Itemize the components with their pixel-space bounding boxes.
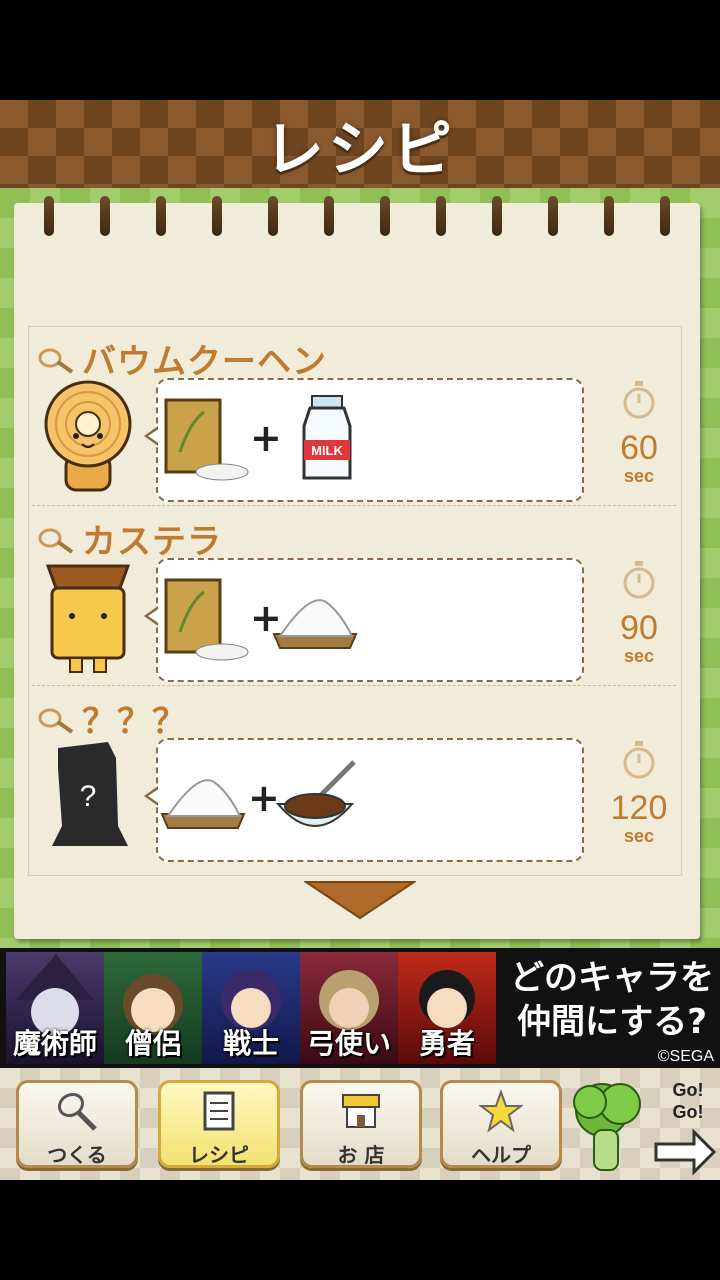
scroll-down-arrow-icon[interactable] <box>304 880 416 920</box>
time-unit: sec <box>623 646 655 666</box>
nav-help-label: ヘルプ <box>471 1143 531 1167</box>
nav-make-label: つくる <box>47 1143 107 1167</box>
cook-time: 90 <box>620 609 658 647</box>
shop-icon <box>342 1094 380 1128</box>
milk-bottle-icon: MILK <box>302 395 352 480</box>
whisk-icon <box>57 1092 97 1131</box>
nav-help-button[interactable]: ヘルプ <box>440 1080 562 1168</box>
recipe-title: カステラ <box>38 514 222 563</box>
ad-char-priest: 僧侶 <box>104 952 202 1064</box>
nav-shop-button[interactable]: お 店 <box>300 1080 422 1168</box>
arrow-right-icon <box>654 1128 717 1176</box>
nav-recipe-button[interactable]: レシピ <box>158 1080 280 1168</box>
chocolate-bowl-icon <box>275 760 356 827</box>
recipe-name: ？？？ <box>82 702 187 742</box>
recipe-name: カステラ <box>82 522 222 562</box>
time-unit: sec <box>623 826 655 846</box>
cook-timer: 60 sec <box>594 380 684 487</box>
stopwatch-icon <box>623 381 655 419</box>
nav-shop-label: お 店 <box>337 1143 385 1167</box>
mystery-mark: ? <box>80 780 97 813</box>
page-header: レシピ <box>0 100 720 188</box>
recipe-title: ？？？ <box>38 694 187 743</box>
whisk-icon <box>38 348 74 374</box>
flour-sack-icon <box>164 398 249 481</box>
ingredient-bubble: + <box>144 558 584 682</box>
castella-character-icon <box>45 564 131 673</box>
ad-char-label: 戦士 <box>222 1027 279 1060</box>
mystery-character-icon: ? <box>52 742 128 846</box>
cook-timer: 120 sec <box>594 740 684 847</box>
ingredient-bubble: + MILK <box>144 378 584 502</box>
ad-char-label: 弓使い <box>306 1027 391 1060</box>
stopwatch-icon <box>623 741 655 779</box>
gogo-broccoli-button[interactable]: Go! Go! <box>568 1074 718 1178</box>
ad-characters: 魔術師 僧侶 戦士 弓使い 勇者 <box>6 952 496 1064</box>
sugar-pile-icon <box>272 599 358 649</box>
ad-char-mage: 魔術師 <box>6 952 104 1064</box>
ad-copyright: ©SEGA <box>657 1048 714 1065</box>
ingredient-bubble: + <box>144 738 584 862</box>
stopwatch-icon <box>623 561 655 599</box>
cook-timer: 90 sec <box>594 560 684 667</box>
recipe-item-baumkuchen[interactable]: バウムクーヘン + MILK 60 sec <box>28 328 680 508</box>
gogo-text-1: Go! <box>673 1080 704 1100</box>
ad-char-archer: 弓使い <box>300 952 398 1064</box>
flour-sack-icon <box>164 578 249 661</box>
time-unit: sec <box>623 466 655 486</box>
plus-sign: + <box>250 416 282 460</box>
ad-char-label: 勇者 <box>418 1027 475 1060</box>
navigation-bar-area <box>0 1180 720 1280</box>
notebook-rings <box>30 196 690 240</box>
ad-headline: どのキャラを 仲間にする? <box>506 956 718 1044</box>
notepad-icon <box>203 1091 235 1131</box>
ad-char-label: 魔術師 <box>12 1027 97 1060</box>
recipe-item-castella[interactable]: カステラ + 90 sec <box>28 508 680 688</box>
recipe-item-unknown[interactable]: ？？？ ? + 120 sec <box>28 688 680 868</box>
recipe-name: バウムクーヘン <box>82 342 327 382</box>
cook-time: 120 <box>610 789 668 827</box>
ad-char-label: 僧侶 <box>124 1027 181 1060</box>
nav-recipe-label: レシピ <box>189 1143 249 1167</box>
ad-char-hero: 勇者 <box>398 952 496 1064</box>
page-title: レシピ <box>264 114 456 185</box>
recipe-title: バウムクーヘン <box>38 334 327 383</box>
sugar-pile-icon <box>160 779 246 829</box>
ad-char-warrior: 戦士 <box>202 952 300 1064</box>
recipe-divider <box>32 505 676 506</box>
ad-banner[interactable]: 魔術師 僧侶 戦士 弓使い 勇者 どのキャラを 仲間にする? ©SEGA <box>0 948 720 1068</box>
whisk-icon <box>38 528 74 554</box>
ad-headline-line2: 仲間にする? <box>516 1002 708 1042</box>
gogo-text-2: Go! <box>673 1102 704 1122</box>
whisk-icon <box>38 708 74 734</box>
star-icon <box>478 1089 524 1133</box>
status-bar-area <box>0 0 720 100</box>
cook-time: 60 <box>620 429 658 467</box>
ad-headline-line1: どのキャラを <box>510 958 714 998</box>
baumkuchen-character-icon <box>44 380 132 492</box>
milk-label: MILK <box>311 443 343 458</box>
recipe-divider <box>32 685 676 686</box>
nav-make-button[interactable]: つくる <box>16 1080 138 1168</box>
